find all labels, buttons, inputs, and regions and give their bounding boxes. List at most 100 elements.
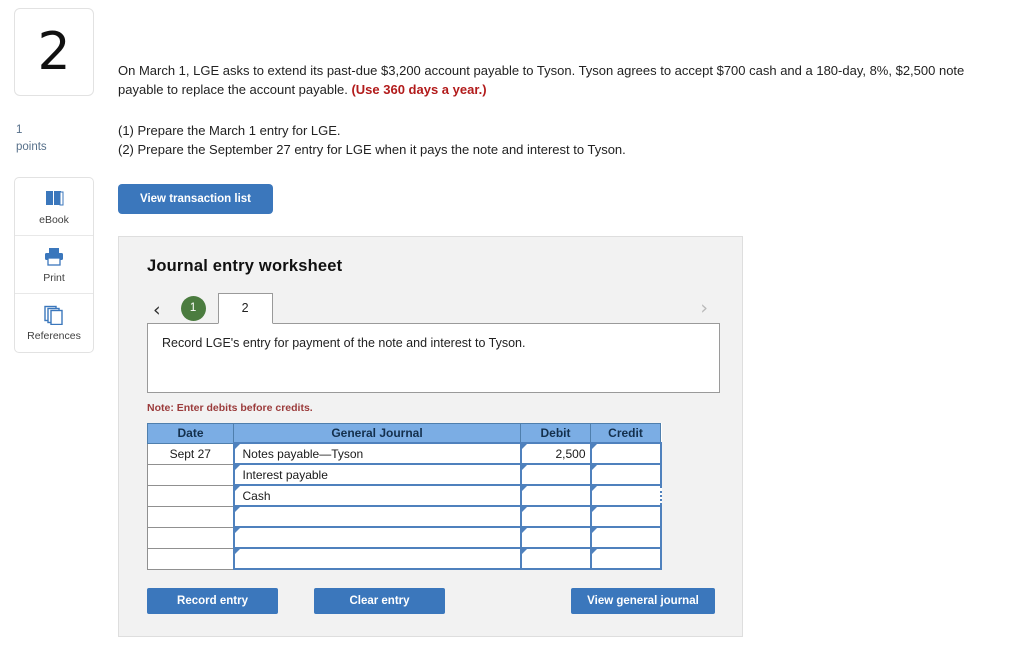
table-row [147, 505, 662, 529]
column-header-general-journal: General Journal [233, 422, 521, 444]
journal-credit-cell[interactable] [589, 484, 662, 508]
book-icon [44, 188, 65, 210]
journal-debit-cell[interactable]: 2,500 [519, 442, 592, 466]
cell-marker-icon [234, 507, 240, 513]
journal-account-cell[interactable]: Interest payable [232, 463, 522, 487]
tool-item-references[interactable]: References [15, 294, 93, 352]
entry-instruction-text: Record LGE's entry for payment of the no… [162, 335, 526, 350]
requirements-list: (1) Prepare the March 1 entry for LGE. (… [118, 121, 1008, 160]
journal-body: Sept 27 Notes payable—Tyson 2,500 Interest … [147, 442, 662, 571]
worksheet-tabbar: ‹ 1 2 › [147, 292, 720, 324]
journal-date-cell[interactable] [147, 547, 234, 570]
table-row [147, 526, 662, 550]
journal-account-cell-value: Notes payable—Tyson [242, 447, 364, 462]
journal-credit-cell[interactable] [589, 547, 662, 571]
journal-account-cell[interactable]: Notes payable—Tyson [232, 442, 522, 466]
printer-icon [42, 246, 66, 268]
points-value: 1 [16, 124, 23, 136]
cell-marker-icon [521, 465, 527, 471]
points-label: points [16, 140, 47, 153]
cell-marker-icon [521, 549, 527, 555]
journal-debit-cell[interactable] [519, 505, 592, 529]
tab-entry-2[interactable]: 2 [217, 292, 273, 324]
journal-entry-worksheet-panel: Journal entry worksheet ‹ 1 2 › Record L… [118, 235, 743, 638]
journal-debit-cell[interactable] [519, 526, 592, 550]
table-row: Interest payable [147, 463, 662, 487]
journal-account-cell-value: Interest payable [242, 468, 328, 483]
cell-marker-icon [591, 465, 597, 471]
view-transaction-list-button[interactable]: View transaction list [118, 183, 273, 214]
worksheet-title: Journal entry worksheet [147, 256, 343, 275]
references-icon [43, 304, 65, 326]
requirement-2: (2) Prepare the September 27 entry for L… [118, 142, 626, 158]
column-header-date: Date [147, 422, 234, 444]
cell-marker-icon [521, 444, 527, 450]
cell-marker-icon [521, 486, 527, 492]
question-number-box: 2 [14, 8, 94, 96]
question-number: 2 [37, 22, 71, 82]
prev-entry-arrow-icon[interactable]: ‹ [147, 300, 167, 324]
journal-account-cell[interactable] [232, 526, 522, 550]
cell-marker-icon [234, 486, 240, 492]
cell-marker-icon [234, 444, 240, 450]
view-general-journal-button[interactable]: View general journal [571, 588, 715, 615]
main-content: On March 1, LGE asks to extend its past-… [118, 0, 1008, 638]
clear-entry-button[interactable]: Clear entry [314, 588, 445, 615]
cell-marker-icon [591, 507, 597, 513]
column-header-credit: Credit [590, 422, 661, 444]
journal-debit-cell-value [522, 537, 590, 539]
cell-marker-icon [591, 549, 597, 555]
requirement-1: (1) Prepare the March 1 entry for LGE. [118, 122, 341, 138]
journal-debit-cell[interactable] [519, 484, 592, 508]
journal-credit-cell[interactable] [589, 526, 662, 550]
tool-label-ebook: eBook [39, 213, 69, 226]
tool-stack: eBook Print References [14, 177, 94, 354]
cell-marker-icon [234, 528, 240, 534]
journal-account-cell-value [235, 537, 520, 539]
journal-account-cell[interactable] [232, 505, 522, 529]
tool-item-ebook[interactable]: eBook [15, 178, 93, 237]
journal-date-cell[interactable] [147, 526, 234, 549]
cell-marker-icon [234, 465, 240, 471]
journal-date-cell[interactable] [147, 463, 234, 486]
journal-debit-cell-value: 2,500 [555, 447, 586, 462]
table-row [147, 547, 662, 571]
journal-credit-cell-value [592, 516, 660, 518]
tool-label-print: Print [43, 271, 65, 284]
journal-credit-cell-value [592, 495, 660, 497]
problem-statement: On March 1, LGE asks to extend its past-… [118, 62, 998, 100]
journal-account-cell-value: Cash [242, 489, 271, 504]
journal-date-cell[interactable] [147, 484, 234, 507]
journal-account-cell[interactable] [232, 547, 522, 571]
journal-debit-cell[interactable] [519, 547, 592, 571]
cell-marker-icon [521, 507, 527, 513]
journal-debit-cell-value [522, 516, 590, 518]
journal-date-cell[interactable] [147, 505, 234, 528]
journal-credit-cell-value [592, 474, 660, 476]
cell-marker-icon [521, 528, 527, 534]
journal-account-cell[interactable]: Cash [232, 484, 522, 508]
journal-debit-cell-value [522, 495, 590, 497]
journal-credit-cell[interactable] [589, 505, 662, 529]
tab-entry-1[interactable]: 1 [180, 295, 206, 321]
problem-body: On March 1, LGE asks to extend its past-… [118, 63, 965, 97]
record-entry-button[interactable]: Record entry [147, 588, 278, 615]
cell-marker-icon [591, 444, 597, 450]
journal-date-cell[interactable]: Sept 27 [147, 442, 234, 465]
journal-entry-table: Date General Journal Debit Credit Sept 2… [147, 422, 662, 571]
debits-before-credits-note: Note: Enter debits before credits. [147, 401, 313, 414]
table-row: Sept 27 Notes payable—Tyson 2,500 [147, 442, 662, 466]
journal-debit-cell[interactable] [519, 463, 592, 487]
points-block: 1 points [16, 122, 100, 155]
journal-debit-cell-value [522, 474, 590, 476]
journal-credit-cell-value [592, 558, 660, 560]
question-rail: 2 1 points eBook Print References [14, 8, 100, 354]
table-row: Cash [147, 484, 662, 508]
journal-credit-cell[interactable] [589, 442, 662, 466]
journal-credit-cell[interactable] [589, 463, 662, 487]
journal-credit-cell-value [592, 453, 660, 455]
tool-item-print[interactable]: Print [15, 236, 93, 295]
journal-debit-cell-value [522, 558, 590, 560]
next-entry-arrow-icon[interactable]: › [694, 298, 714, 322]
journal-header-row: Date General Journal Debit Credit [147, 422, 661, 444]
